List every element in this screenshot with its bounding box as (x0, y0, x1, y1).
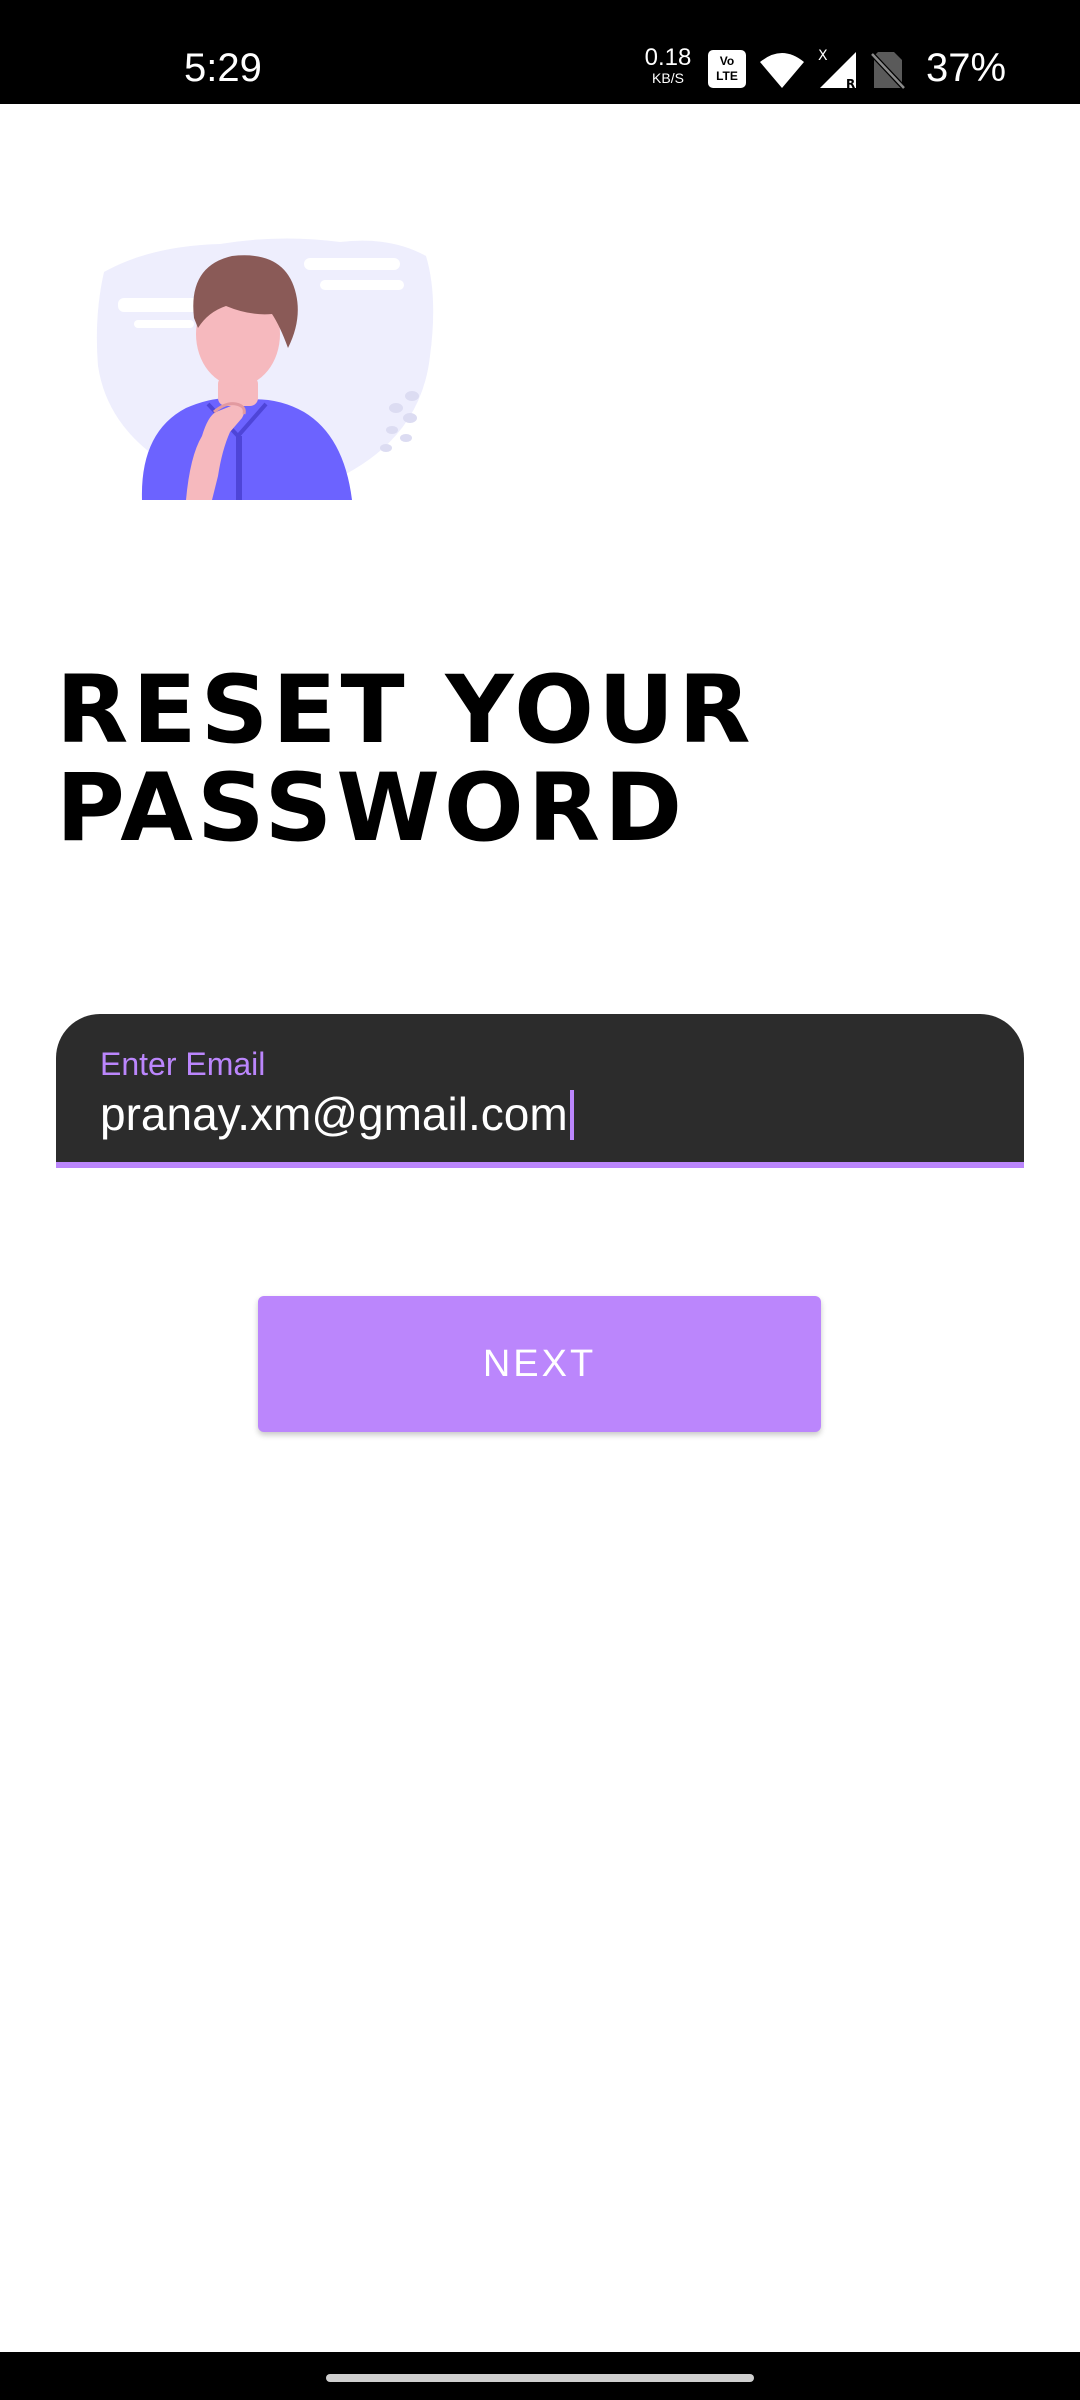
email-field-label: Enter Email (100, 1046, 266, 1082)
volte-icon-top: Vo (719, 54, 735, 68)
page-title-line-1: RESET YOUR (56, 656, 755, 765)
battery-percentage: 37% (926, 46, 1007, 90)
navigation-bar (0, 2352, 1080, 2400)
person-thinking-illustration (96, 238, 434, 500)
signal-icon: X R (818, 48, 856, 90)
email-field[interactable]: Enter Email pranay.xm@gmail.com (56, 1014, 1024, 1168)
home-gesture-handle[interactable] (326, 2374, 754, 2382)
wifi-icon (760, 53, 804, 88)
page-title-line-2: PASSWORD (56, 754, 687, 863)
network-speed-unit: KB/S (652, 70, 684, 86)
network-speed: 0.18 KB/S (644, 44, 692, 87)
email-input-value: pranay.xm@gmail.com (100, 1088, 568, 1140)
text-cursor (569, 1089, 574, 1140)
svg-text:X: X (818, 48, 828, 64)
status-time: 5:29 (184, 46, 262, 90)
volte-icon-bottom: LTE (716, 69, 738, 83)
next-button[interactable]: NEXT (258, 1296, 821, 1432)
status-bar: 5:29 0.18 KB/S Vo LTE X R 37% (0, 0, 1080, 104)
svg-text:R: R (846, 77, 855, 90)
network-speed-value: 0.18 (644, 44, 692, 71)
page-title: RESET YOUR PASSWORD (56, 662, 956, 858)
no-sim-icon (870, 52, 906, 90)
email-input[interactable]: pranay.xm@gmail.com (100, 1086, 574, 1143)
volte-icon: Vo LTE (708, 50, 746, 88)
